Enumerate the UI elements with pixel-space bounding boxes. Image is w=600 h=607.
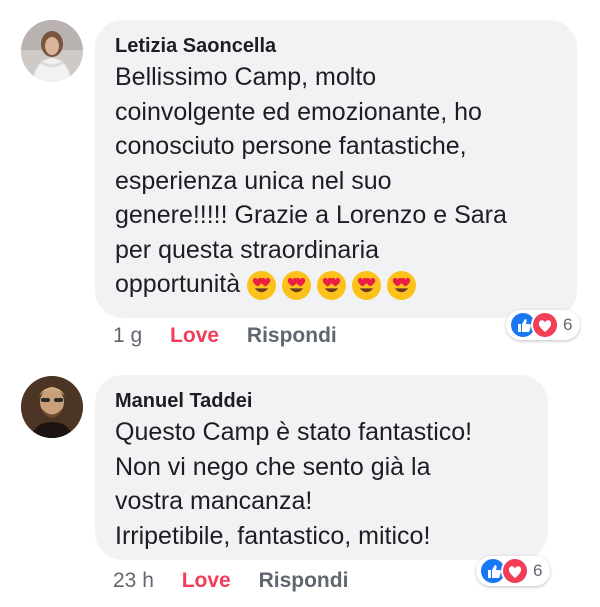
- reaction-summary[interactable]: 6: [476, 556, 551, 586]
- reaction-count: 6: [533, 561, 543, 580]
- comment-text-line: vostra mancanza!: [115, 487, 313, 515]
- comment-actions: 23 h Love Rispondi: [113, 568, 370, 594]
- reply-button[interactable]: Rispondi: [259, 569, 349, 592]
- author-name[interactable]: Manuel Taddei: [115, 389, 530, 413]
- comment-text: Questo Camp è stato fantastico! Non vi n…: [115, 415, 530, 553]
- comment: Manuel Taddei Questo Camp è stato fantas…: [0, 0, 600, 607]
- love-button[interactable]: Love: [182, 569, 231, 592]
- comment-text-line: Irripetibile, fantastico, mitico!: [115, 521, 431, 550]
- avatar[interactable]: [21, 376, 83, 438]
- timestamp[interactable]: 23 h: [113, 569, 154, 592]
- comment-bubble: Manuel Taddei Questo Camp è stato fantas…: [95, 375, 548, 560]
- comment-text-line: Questo Camp è stato fantastico!: [115, 418, 473, 446]
- comment-text-line: Non vi nego che sento già la: [115, 452, 431, 481]
- love-icon: [501, 557, 529, 585]
